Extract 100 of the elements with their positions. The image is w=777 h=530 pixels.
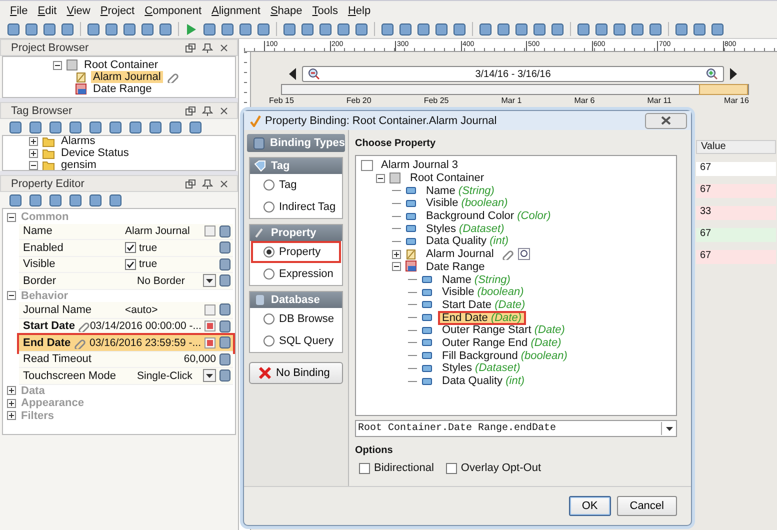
left-arrow-icon[interactable] — [288, 67, 297, 81]
no-binding-button[interactable]: No Binding — [249, 362, 343, 384]
toolbar-tool-icon[interactable] — [594, 22, 609, 36]
toolbar-tool-icon[interactable] — [478, 22, 493, 36]
checkbox[interactable] — [359, 462, 370, 474]
toolbar-tool-icon[interactable] — [710, 22, 725, 36]
property-row[interactable]: Journal Name <auto> — [19, 302, 233, 318]
zoom-out-icon[interactable] — [308, 68, 320, 80]
expand-icon[interactable] — [29, 136, 38, 146]
toolbar-tool-icon[interactable] — [434, 22, 449, 36]
toolbar-tool-icon[interactable] — [6, 22, 21, 36]
tree-item[interactable]: Alarm Journal — [91, 71, 163, 83]
toolbar-tool-icon[interactable] — [48, 193, 62, 207]
property-row[interactable]: End Date 03/16/2016 23:59:59 -... — [19, 335, 233, 352]
toolbar-tool-icon[interactable] — [8, 193, 22, 207]
tree-item[interactable]: Styles (Dataset) — [422, 222, 508, 236]
radio-option[interactable]: Property — [251, 241, 341, 263]
toolbar-tool-icon[interactable] — [692, 22, 707, 36]
tree-item[interactable]: Outer Range End (Date) — [438, 336, 566, 350]
radio-option[interactable]: Tag — [251, 174, 341, 196]
tree-item[interactable]: Data Quality (int) — [422, 234, 513, 248]
tree-item[interactable]: Background Color (Color) — [422, 209, 555, 224]
menu-item[interactable]: Edit — [38, 4, 57, 16]
database-icon[interactable] — [219, 369, 231, 382]
checkbox[interactable] — [125, 258, 136, 270]
float-icon[interactable] — [185, 42, 196, 52]
toolbar-tool-icon[interactable] — [630, 22, 645, 36]
property-row[interactable]: Enabled true — [19, 240, 233, 256]
collapse-icon[interactable] — [392, 262, 401, 272]
toolbar-tool-icon[interactable] — [238, 22, 253, 36]
toolbar-tool-icon[interactable] — [220, 22, 235, 36]
expand-icon[interactable] — [7, 386, 16, 396]
pin-icon[interactable] — [202, 42, 213, 52]
toolbar-tool-icon[interactable] — [674, 22, 689, 36]
checkbox-option[interactable]: Bidirectional — [359, 462, 434, 474]
toolbar-tool-icon[interactable] — [60, 22, 75, 36]
database-icon[interactable] — [219, 241, 231, 254]
toolbar-tool-icon[interactable] — [108, 193, 122, 207]
tree-item[interactable]: Outer Range Start (Date) — [438, 323, 569, 338]
toolbar-tool-icon[interactable] — [300, 22, 315, 36]
checkbox-option[interactable]: Overlay Opt-Out — [446, 462, 541, 474]
tree-item[interactable]: Styles (Dataset) — [438, 361, 524, 376]
toolbar-tool-icon[interactable] — [128, 120, 142, 134]
property-row[interactable]: Read Timeout 60,000 — [19, 352, 233, 368]
toolbar-tool-icon[interactable] — [354, 22, 369, 36]
database-icon[interactable] — [219, 320, 232, 333]
close-icon[interactable] — [219, 178, 229, 188]
menu-item[interactable]: File — [10, 4, 28, 16]
property-row[interactable]: Touchscreen Mode Single-Click — [19, 368, 233, 384]
tree-item[interactable]: Alarm Journal — [422, 247, 498, 262]
property-row[interactable]: Name Alarm Journal — [19, 224, 233, 240]
toolbar-tool-icon[interactable] — [122, 22, 137, 36]
pin-icon[interactable] — [202, 178, 213, 188]
toolbar-tool-icon[interactable] — [8, 120, 22, 134]
toolbar-tool-icon[interactable] — [514, 22, 529, 36]
toolbar-tool-icon[interactable] — [148, 120, 162, 134]
toolbar-tool-icon[interactable] — [28, 120, 42, 134]
database-icon[interactable] — [219, 224, 231, 238]
menu-item[interactable]: Project — [100, 4, 135, 16]
toolbar-tool-icon[interactable] — [398, 22, 413, 36]
toolbar-tool-icon[interactable] — [612, 22, 627, 36]
radio-option[interactable]: Indirect Tag — [251, 196, 341, 218]
tree-item[interactable]: gensim — [59, 159, 98, 170]
database-icon[interactable] — [219, 258, 231, 271]
property-row[interactable]: Visible true — [19, 256, 233, 273]
collapse-icon[interactable] — [7, 212, 16, 222]
expand-icon[interactable] — [7, 398, 16, 408]
toolbar-tool-icon[interactable] — [42, 22, 57, 36]
checkbox[interactable] — [446, 462, 457, 474]
tree-item[interactable]: Root Container — [406, 171, 488, 186]
toolbar-tool-icon[interactable] — [416, 22, 431, 36]
toolbar-tool-icon[interactable] — [648, 22, 663, 36]
collapse-icon[interactable] — [53, 60, 62, 70]
tree-item[interactable]: Device Status — [59, 147, 131, 159]
range-slider[interactable] — [281, 84, 749, 95]
database-icon[interactable] — [219, 303, 231, 316]
toolbar-tool-icon[interactable] — [282, 22, 297, 36]
tree-item[interactable]: Date Range — [422, 260, 489, 274]
close-icon[interactable] — [219, 106, 229, 116]
toolbar-tool-icon[interactable] — [48, 120, 62, 134]
toolbar-tool-icon[interactable] — [452, 22, 467, 36]
radio-option[interactable]: DB Browse — [251, 308, 341, 330]
toolbar-tool-icon[interactable] — [86, 22, 101, 36]
radio-button[interactable] — [263, 201, 275, 213]
tree-item[interactable]: Root Container — [82, 59, 160, 71]
toolbar-tool-icon[interactable] — [496, 22, 511, 36]
menu-item[interactable]: Component — [144, 4, 202, 16]
expand-icon[interactable] — [29, 148, 38, 158]
expand-icon[interactable] — [392, 250, 401, 259]
tree-item[interactable]: Name (String) — [422, 184, 498, 198]
tree-item[interactable]: Data Quality (int) — [438, 374, 529, 388]
toolbar-tool-icon[interactable] — [88, 120, 102, 134]
database-icon[interactable] — [219, 352, 231, 366]
tree-item[interactable]: Alarms — [59, 136, 98, 147]
toolbar-tool-icon[interactable] — [336, 22, 351, 36]
radio-button[interactable] — [263, 179, 275, 191]
menu-item[interactable]: Shape — [270, 4, 302, 16]
float-icon[interactable] — [185, 106, 196, 116]
database-icon[interactable] — [219, 336, 231, 350]
collapse-icon[interactable] — [376, 174, 385, 183]
